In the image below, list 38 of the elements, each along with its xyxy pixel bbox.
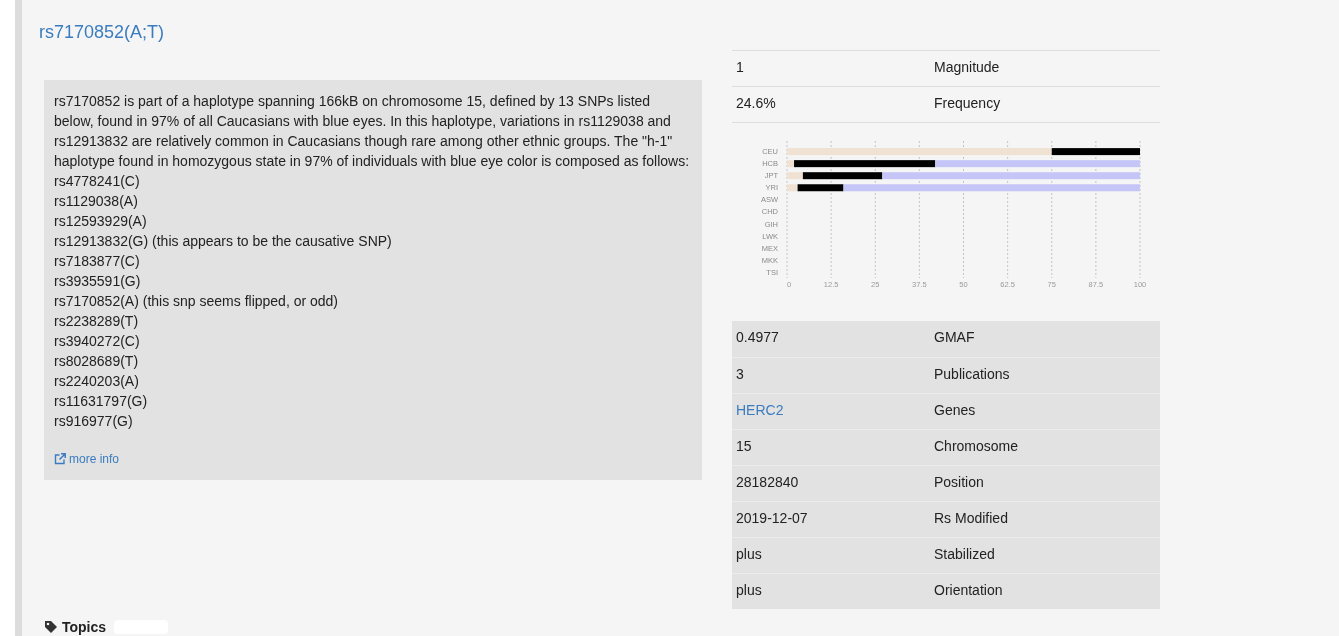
table-cell: Magnitude — [934, 58, 1000, 75]
snp-line: rs7183877(C) — [54, 252, 140, 271]
snp-line: rs1129038(A) — [54, 192, 138, 211]
table-cell: 2019-12-07 — [736, 509, 808, 526]
snp-line: rs7170852(A) (this snp seems flipped, or odd) — [54, 292, 339, 311]
table-cell: Chromosome — [934, 437, 1019, 454]
title-link[interactable]: rs7170852(A;T) — [39, 20, 165, 44]
table-cell: Stabilized — [934, 545, 995, 562]
snp-line: rs3940272(C) — [54, 332, 140, 351]
table-cell: 0.4977 — [736, 329, 779, 345]
topics-heading: Topics — [62, 619, 107, 635]
table-cell: 3 — [736, 365, 744, 382]
table-cell: Rs Modified — [934, 509, 1008, 526]
snp-line: rs8028689(T) — [54, 352, 139, 371]
more-info-link[interactable]: more info — [54, 451, 120, 467]
table-cell: Position — [934, 473, 984, 490]
table-cell: 24.6% — [736, 94, 776, 111]
snp-line: rs11631797(G) — [54, 392, 148, 411]
table-cell: plus — [736, 545, 762, 562]
snp-line: rs4778241(C) — [54, 172, 140, 191]
table-cell: 15 — [736, 437, 752, 454]
table-cell: plus — [736, 581, 762, 598]
snp-line: rs12913832(G) (this appears to be the causative SNP) — [54, 232, 392, 251]
snp-line: rs12593929(A) — [54, 212, 147, 231]
snp-line: rs916977(G) — [54, 412, 133, 431]
table-cell: Frequency — [934, 94, 1001, 111]
snp-line: rs3935591(G) — [54, 272, 141, 291]
description-text: rs7170852 is part of a haplotype spanning 166kB on chromosome 15, defined by 13 SNPs listed below, found in 97% of all Caucasians with blue eyes. In this haplotype, variations in rs1129038 and rs12913832 are relatively common in Caucasians though rare among other ethnic groups. The "h-1" haplotype found in homozygous state in 97% of individuals with blue eye color is composed as follows: — [54, 92, 691, 171]
gene-link[interactable]: HERC2 — [736, 401, 784, 418]
table-cell: Genes — [934, 401, 976, 418]
external-link-icon — [54, 453, 66, 465]
table-cell: 28182840 — [736, 473, 799, 490]
snp-line: rs2240203(A) — [54, 372, 139, 391]
table-cell: GMAF — [934, 329, 975, 345]
table-cell: Publications — [934, 365, 1010, 382]
table-cell: Orientation — [934, 581, 1003, 598]
snp-line: rs2238289(T) — [54, 312, 139, 331]
table-cell: 1 — [736, 58, 744, 75]
